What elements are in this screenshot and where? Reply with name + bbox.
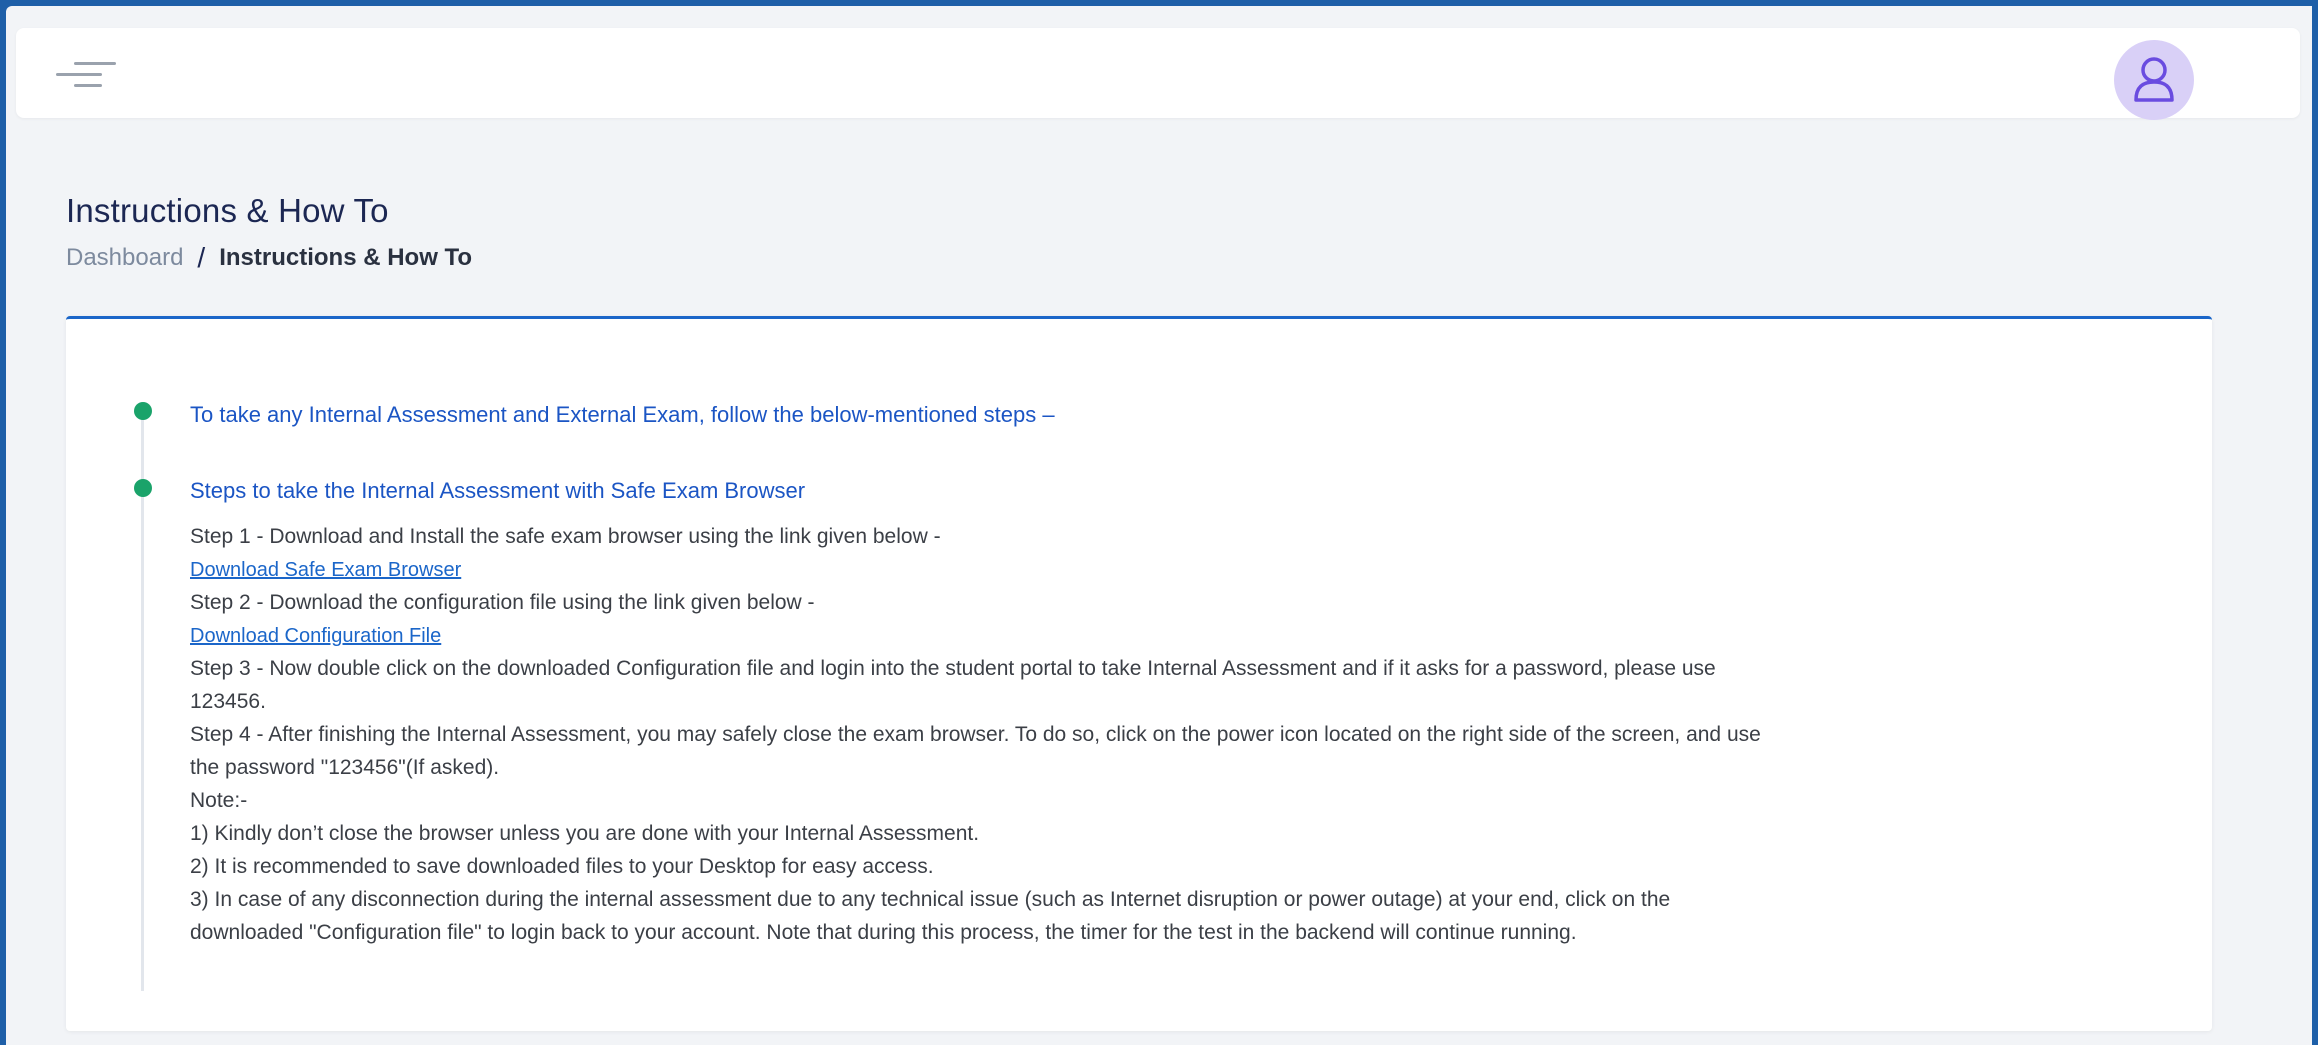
step-3-text: Step 3 - Now double click on the downloa… xyxy=(190,657,1716,680)
note-3-text: 3) In case of any disconnection during t… xyxy=(190,888,1671,911)
breadcrumb: Dashboard / Instructions & How To xyxy=(66,242,472,274)
user-avatar[interactable] xyxy=(2114,40,2194,120)
note-3-text-continued: downloaded "Configuration file" to login… xyxy=(190,921,1577,944)
app-frame: Instructions & How To Dashboard / Instru… xyxy=(6,6,2312,1045)
step-2-text: Step 2 - Download the configuration file… xyxy=(190,591,815,614)
instruction-heading: To take any Internal Assessment and Exte… xyxy=(190,402,1055,427)
top-navbar xyxy=(16,28,2300,120)
breadcrumb-current: Instructions & How To xyxy=(219,244,473,271)
note-label: Note:- xyxy=(190,789,248,812)
step-4-text: Step 4 - After finishing the Internal As… xyxy=(190,723,1761,746)
user-icon xyxy=(2134,57,2174,102)
note-1-text: 1) Kindly don’t close the browser unless… xyxy=(190,822,980,845)
hamburger-menu-icon[interactable] xyxy=(56,52,116,96)
download-safe-exam-browser-link-row: Download Safe Exam Browser xyxy=(190,553,2200,587)
timeline-line xyxy=(141,415,144,991)
timeline-dot xyxy=(134,479,152,497)
step-4-text-continued: the password "123456"(If asked). xyxy=(190,756,500,779)
download-safe-exam-browser-link[interactable]: Download Safe Exam Browser xyxy=(190,559,461,581)
download-configuration-file-link-row: Download Configuration File xyxy=(190,619,2200,653)
step-3-text-continued: 123456. xyxy=(190,690,266,713)
timeline-dot xyxy=(134,402,152,420)
breadcrumb-separator: / xyxy=(197,242,206,273)
download-configuration-file-link[interactable]: Download Configuration File xyxy=(190,625,441,647)
note-2-text: 2) It is recommended to save downloaded … xyxy=(190,855,934,878)
page-title: Instructions & How To xyxy=(66,192,389,229)
instructions-card: To take any Internal Assessment and Exte… xyxy=(66,316,2212,1031)
step-1-text: Step 1 - Download and Install the safe e… xyxy=(190,525,941,548)
breadcrumb-dashboard-link[interactable]: Dashboard xyxy=(66,244,183,272)
instruction-heading: Steps to take the Internal Assessment wi… xyxy=(190,478,806,503)
